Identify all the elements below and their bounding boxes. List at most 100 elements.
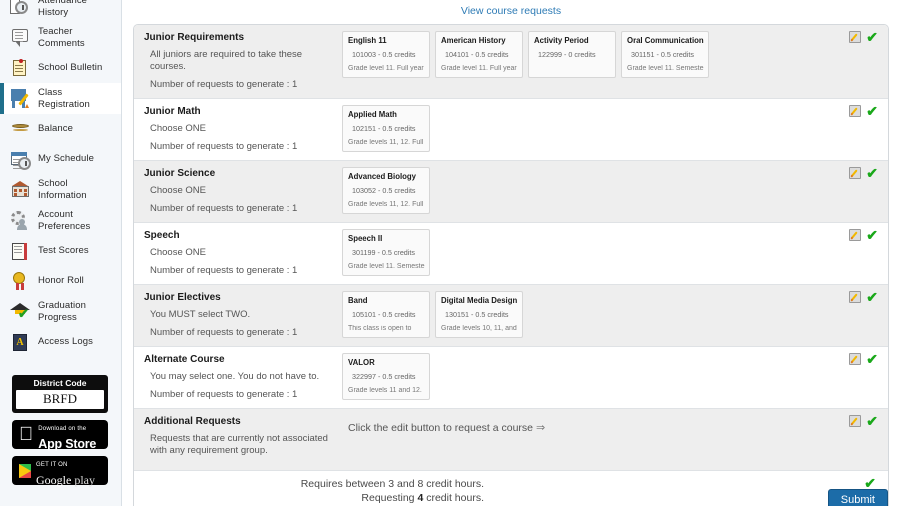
course-code: 322997 - 0.5 credits	[352, 372, 416, 381]
row-actions: ✔	[849, 166, 878, 180]
course-description: Grade level 11. Full year	[441, 65, 517, 72]
course-name: Speech II	[348, 234, 383, 243]
edit-pencil-icon[interactable]	[849, 353, 862, 365]
status-check-icon: ✔	[866, 413, 878, 429]
app-store-badge[interactable]:  Download on the App Store	[12, 420, 108, 451]
status-check-icon: ✔	[866, 103, 878, 119]
status-check-icon: ✔	[864, 475, 876, 491]
school-bulletin-icon	[10, 58, 31, 79]
requirement-instruction: Choose ONE	[150, 123, 206, 134]
course-card[interactable]: American History 104101 - 0.5 credits Gr…	[435, 31, 523, 78]
top-link-bar: View course requests	[122, 0, 900, 22]
course-description: Grade levels 11 and 12.	[348, 387, 422, 394]
district-code-value: BRFD	[16, 390, 104, 409]
requirement-row[interactable]: Additional Requests Requests that are cu…	[134, 409, 888, 471]
course-card[interactable]: Band 105101 - 0.5 credits This class is …	[342, 291, 430, 338]
requirement-info: Junior Requirements All juniors are requ…	[134, 25, 342, 98]
app-store-label: App Store	[24, 436, 96, 451]
sidebar-item-school-information[interactable]: School Information	[0, 174, 121, 205]
requirement-count: Number of requests to generate : 1	[150, 389, 298, 400]
edit-pencil-icon[interactable]	[849, 291, 862, 303]
course-code: 105101 - 0.5 credits	[352, 310, 416, 319]
requirement-title: Alternate Course	[144, 354, 225, 365]
sidebar-item-class-registration[interactable]: Class Registration	[0, 83, 121, 114]
edit-pencil-icon[interactable]	[849, 229, 862, 241]
sidebar-item-label: Graduation Progress	[38, 300, 87, 323]
view-course-requests-link[interactable]: View course requests	[461, 5, 561, 17]
course-code: 301199 - 0.5 credits	[352, 248, 415, 257]
course-card[interactable]: Speech II 301199 - 0.5 credits Grade lev…	[342, 229, 430, 276]
course-name: Digital Media Design & Pro	[441, 296, 518, 305]
edit-pencil-icon[interactable]	[849, 105, 862, 117]
sidebar-item-test-scores[interactable]: Test Scores	[0, 236, 121, 266]
course-card[interactable]: Advanced Biology 103052 - 0.5 credits Gr…	[342, 167, 430, 214]
row-actions: ✔	[849, 413, 878, 429]
course-card-list: VALOR 322997 - 0.5 credits Grade levels …	[342, 347, 888, 408]
google-play-badge[interactable]: GET IT ON Google play	[12, 456, 108, 486]
sidebar-item-label: Attendance History	[38, 0, 88, 18]
row-actions: ✔	[849, 103, 878, 119]
status-check-icon: ✔	[866, 351, 878, 367]
sidebar-item-label: Class Registration	[38, 87, 90, 110]
course-code: 301151 - 0.5 credits	[631, 50, 694, 59]
status-check-icon: ✔	[866, 227, 878, 243]
sidebar-item-access-logs[interactable]: A Access Logs	[0, 327, 121, 357]
sidebar-item-teacher-comments[interactable]: Teacher Comments	[0, 22, 121, 53]
requirement-instruction: Choose ONE	[150, 185, 206, 196]
requirement-row[interactable]: Speech Choose ONE Number of requests to …	[134, 223, 888, 285]
sidebar-item-label: Access Logs	[38, 336, 93, 348]
sidebar-item-account-preferences[interactable]: Account Preferences	[0, 205, 121, 236]
requirement-info: Additional Requests Requests that are cu…	[134, 409, 342, 470]
requirements-panel: Junior Requirements All juniors are requ…	[133, 24, 889, 506]
sidebar-item-label: Test Scores	[38, 245, 89, 257]
requirement-title: Additional Requests	[144, 416, 241, 427]
submit-button[interactable]: Submit	[827, 489, 888, 506]
edit-pencil-icon[interactable]	[849, 31, 862, 43]
course-name: English 11	[348, 36, 387, 45]
requirement-instruction: Requests that are currently not associat…	[150, 433, 328, 456]
school-information-icon	[10, 179, 31, 200]
course-card[interactable]: VALOR 322997 - 0.5 credits Grade levels …	[342, 353, 430, 400]
course-card[interactable]: Activity Period 122999 - 0 credits	[528, 31, 616, 78]
requirement-row[interactable]: Junior Electives You MUST select TWO. Nu…	[134, 285, 888, 347]
requirement-instruction: Choose ONE	[150, 247, 206, 258]
course-card[interactable]: Digital Media Design & Pro 130151 - 0.5 …	[435, 291, 523, 338]
sidebar: Attendance History Teacher Comments Scho…	[0, 0, 122, 506]
course-card[interactable]: English 11 101003 - 0.5 credits Grade le…	[342, 31, 430, 78]
additional-requests-hint: Click the edit button to request a cours…	[348, 422, 534, 434]
course-card[interactable]: Oral Communication 301151 - 0.5 credits …	[621, 31, 709, 78]
requirement-row[interactable]: Junior Requirements All juniors are requ…	[134, 25, 888, 99]
course-name: Advanced Biology	[348, 172, 417, 181]
requirement-title: Junior Requirements	[144, 32, 245, 43]
requirement-row[interactable]: Alternate Course You may select one. You…	[134, 347, 888, 409]
sidebar-item-label: School Information	[38, 178, 87, 201]
sidebar-item-label: My Schedule	[38, 153, 95, 165]
row-actions: ✔	[849, 227, 878, 243]
google-play-small-label: GET IT ON	[36, 461, 68, 468]
edit-pencil-icon[interactable]	[849, 415, 862, 427]
sidebar-item-school-bulletin[interactable]: School Bulletin	[0, 53, 121, 83]
requirement-row[interactable]: Junior Science Choose ONE Number of requ…	[134, 161, 888, 223]
course-code: 122999 - 0 credits	[538, 50, 596, 59]
edit-pencil-icon[interactable]	[849, 167, 862, 179]
test-scores-icon	[10, 241, 31, 262]
sidebar-item-balance[interactable]: Balance	[0, 114, 121, 144]
course-card-list: English 11 101003 - 0.5 credits Grade le…	[342, 25, 888, 98]
submit-button-wrap: Submit	[827, 489, 888, 506]
sidebar-item-honor-roll[interactable]: Honor Roll	[0, 266, 121, 296]
sidebar-item-my-schedule[interactable]: My Schedule	[0, 144, 121, 174]
requirement-title: Junior Electives	[144, 292, 221, 303]
course-card-list: Applied Math 102151 - 0.5 credits Grade …	[342, 99, 888, 160]
requirement-instruction: You may select one. You do not have to.	[150, 371, 320, 382]
sidebar-item-attendance-history[interactable]: Attendance History	[0, 0, 121, 22]
requirement-count: Number of requests to generate : 1	[150, 327, 298, 338]
graduation-progress-icon: ✔	[10, 301, 31, 322]
balance-icon	[10, 119, 31, 140]
summary-requesting: Requesting 4 credit hours.	[361, 492, 484, 504]
sidebar-item-graduation-progress[interactable]: ✔ Graduation Progress	[0, 296, 121, 327]
requirement-info: Speech Choose ONE Number of requests to …	[134, 223, 342, 284]
requirement-row[interactable]: Junior Math Choose ONE Number of request…	[134, 99, 888, 161]
teacher-comments-icon	[10, 27, 31, 48]
course-card[interactable]: Applied Math 102151 - 0.5 credits Grade …	[342, 105, 430, 152]
course-code: 102151 - 0.5 credits	[352, 124, 416, 133]
